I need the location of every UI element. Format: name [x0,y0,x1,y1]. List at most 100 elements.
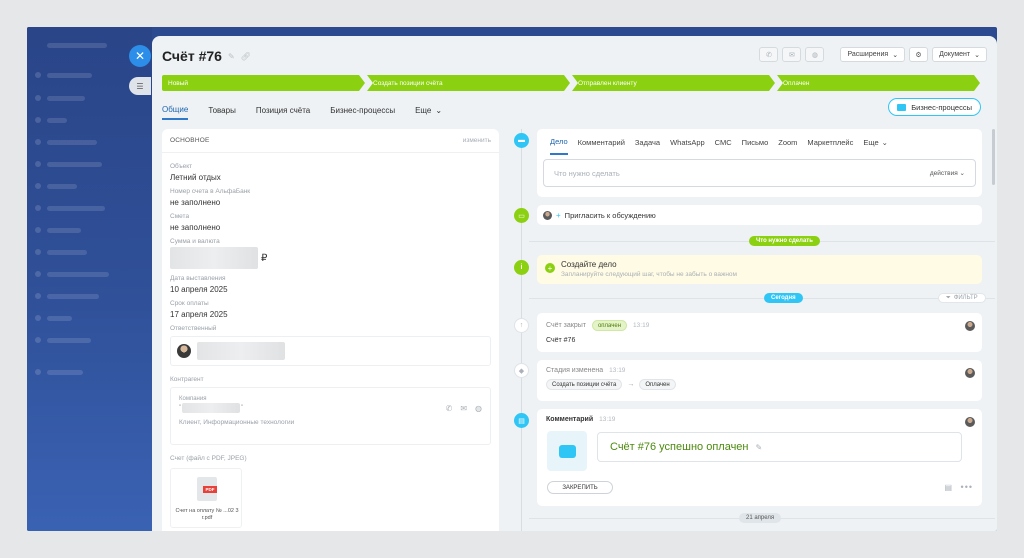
activity-tab-whatsapp[interactable]: WhatsApp [670,129,705,155]
stage-sent[interactable]: Отправлен клиенту [572,75,775,91]
slider-minimize-tab[interactable]: ☰ [129,77,151,95]
create-hint: Запланируйте следующий шаг, чтобы не заб… [561,271,738,278]
status-badge: оплачен [591,320,628,331]
stage-create-positions[interactable]: Создать позиции счёта [367,75,570,91]
activity-tab-more[interactable]: Еще ⌄ [863,129,888,155]
edit-link[interactable]: изменить [463,137,491,144]
top-actions: ✆ ✉ ◍ Расширения ⌄ ⚙ Документ ⌄ [759,47,987,62]
business-processes-label: Бизнес-процессы [911,102,972,112]
event-time: 13:19 [633,322,650,329]
activity-tab-comment[interactable]: Комментарий [578,129,625,155]
create-activity-card[interactable]: + Создайте дело Запланируйте следующий ш… [537,255,982,284]
bank-number-value[interactable]: не заполнено [170,198,491,207]
pencil-icon[interactable]: ✎ [228,52,235,61]
filter-icon: ⏷ [946,294,951,301]
call-button[interactable]: ✆ [759,47,779,62]
responsible-name-blurred [197,342,285,360]
phone-icon[interactable]: ✆ [446,404,453,413]
todo-input[interactable]: Что нужно сделать действия ⌄ [543,159,976,187]
company-label: Компания [179,396,207,402]
link-icon[interactable]: 🔗︎ [241,52,251,61]
close-icon: ✕ [134,49,146,63]
more-icon[interactable]: ••• [961,482,973,492]
close-slider-button[interactable]: ✕ [129,45,151,67]
document-dropdown[interactable]: Документ ⌄ [932,47,987,62]
company-type: Клиент, Информационные технологии [179,419,295,426]
activity-tab-task[interactable]: Задача [635,129,660,155]
section-title: ОСНОВНОЕ [170,137,210,144]
comment-avatar-box [547,431,587,471]
filter-button[interactable]: ⏷ ФИЛЬТР [938,293,986,303]
chat-button[interactable]: ◍ [805,47,825,62]
comment-icon: ▭ [514,208,529,223]
invite-row[interactable]: + Пригласить к обсуждению [537,205,982,225]
tab-business-processes[interactable]: Бизнес-процессы [330,100,395,120]
due-date-value[interactable]: 17 апреля 2025 [170,310,491,319]
main-tabs: Общие Товары Позиция счёта Бизнес-процес… [162,100,442,120]
event-invoice-closed: Счёт закрыт оплачен 13:19 Счёт #76 [537,313,982,352]
info-icon: i [514,260,529,275]
chat-icon[interactable]: ◍ [475,404,482,413]
page-title: Счёт #76 [162,48,222,64]
stage-paid[interactable]: Оплачен [777,75,980,91]
event-time: 13:19 [599,416,616,423]
stage-to-chip: Оплачен [639,379,676,390]
phone-icon: ✆ [766,51,772,59]
activity-tab-zoom[interactable]: Zoom [778,129,797,155]
tab-invoice-position[interactable]: Позиция счёта [256,100,310,120]
responsible-field[interactable] [170,336,491,366]
comment-text: Счёт #76 успешно оплачен [610,441,749,453]
activity-tab-marketplace[interactable]: Маркетплейс [807,129,853,155]
pdf-badge: PDF [203,486,217,493]
activity-icon: ▬ [514,133,529,148]
chevron-down-icon: ⌄ [892,51,899,59]
scrollbar[interactable] [992,129,995,185]
activity-composer: Дело Комментарий Задача WhatsApp СМС Пис… [537,129,982,197]
plus-circle-icon: + [545,263,555,273]
invite-label: Пригласить к обсуждению [564,210,656,220]
estimate-value[interactable]: не заполнено [170,223,491,232]
event-title: Счёт закрыт [546,322,586,329]
comment-text-box[interactable]: Счёт #76 успешно оплачен ✎ [597,432,962,462]
event-body[interactable]: Счёт #76 [546,337,973,344]
plus-icon: + [556,210,561,220]
tab-products[interactable]: Товары [208,100,236,120]
due-date-label: Срок оплаты [170,300,209,307]
object-label: Объект [170,163,193,170]
extensions-dropdown[interactable]: Расширения ⌄ [840,47,906,62]
tab-general[interactable]: Общие [162,100,189,120]
avatar [965,368,975,378]
bank-number-label: Номер счета в АльфаБанк [170,188,251,195]
counterparty-label: Контрагент [170,376,204,383]
stage-new[interactable]: Новый [162,75,365,91]
pin-button[interactable]: ЗАКРЕПИТЬ [547,481,613,494]
document-label: Документ [939,51,971,58]
sum-value-blurred [170,247,258,269]
business-process-icon [897,103,907,111]
actions-dropdown[interactable]: действия ⌄ [930,169,965,177]
activity-tab-sms[interactable]: СМС [715,129,732,155]
business-processes-button[interactable]: Бизнес-процессы [888,98,981,116]
mail-button[interactable]: ✉ [782,47,802,62]
invoice-file[interactable]: PDF Счет на оплату № ...02 3 г.pdf [170,468,242,528]
mail-icon[interactable]: ✉ [460,404,467,413]
stage-bar: Новый Создать позиции счёта Отправлен кл… [162,75,980,91]
estimate-label: Смета [170,213,190,220]
note-icon[interactable]: ▤ [944,483,952,492]
app-background: ✕ ☰ Счёт #76 ✎ 🔗︎ ✆ ✉ ◍ Расширения ⌄ ⚙ Д… [27,27,997,531]
avatar [965,321,975,331]
activity-tab-deal[interactable]: Дело [550,129,568,155]
pencil-icon[interactable]: ✎ [756,443,763,452]
activity-tab-email[interactable]: Письмо [742,129,769,155]
issue-date-value[interactable]: 10 апреля 2025 [170,285,491,294]
counterparty-card[interactable]: Компания " " Клиент, Информационные техн… [170,387,491,445]
list-icon: ☰ [136,81,144,91]
responsible-label: Ответственный [170,325,217,332]
file-name: Счет на оплату № ...02 3 г.pdf [175,508,239,521]
event-time: 13:19 [609,367,626,374]
tab-more[interactable]: Еще ⌄ [415,100,442,120]
arrow-up-icon: ↑ [514,318,529,333]
object-value[interactable]: Летний отдых [170,173,491,182]
event-title: Комментарий [546,416,594,423]
settings-button[interactable]: ⚙ [909,47,929,62]
